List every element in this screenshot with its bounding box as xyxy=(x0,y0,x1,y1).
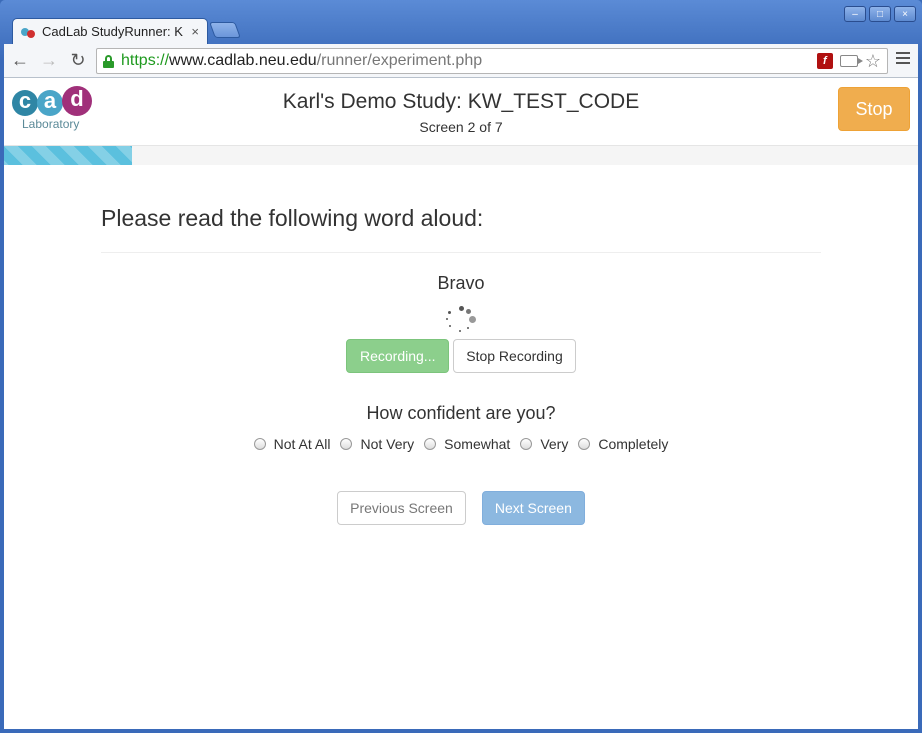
radio-label: Very xyxy=(540,436,569,452)
next-screen-button[interactable]: Next Screen xyxy=(481,491,585,525)
screen-count: Screen 2 of 7 xyxy=(419,119,503,135)
prompt-heading: Please read the following word aloud: xyxy=(101,205,484,231)
url-scheme: https:// xyxy=(121,52,170,69)
favicon-icon xyxy=(21,26,37,38)
confidence-option-somewhat[interactable]: Somewhat xyxy=(424,436,510,452)
window-controls: – □ × xyxy=(844,6,916,22)
radio-label: Not At All xyxy=(273,436,331,452)
bookmark-star-icon[interactable]: ☆ xyxy=(865,52,881,70)
url-host: www.cadlab.neu.edu xyxy=(169,52,317,69)
url-path: /runner/experiment.php xyxy=(316,52,483,69)
study-header: c a d Laboratory Karl's Demo Study: KW_T… xyxy=(4,78,918,146)
progress-bar-fill xyxy=(4,146,132,165)
window-minimize-button[interactable]: – xyxy=(844,6,866,22)
radio-button[interactable] xyxy=(424,438,437,450)
radio-button[interactable] xyxy=(578,438,591,450)
tab-close-icon[interactable]: × xyxy=(191,24,199,39)
flash-plugin-icon[interactable]: f xyxy=(816,53,833,69)
tab-title: CadLab StudyRunner: K xyxy=(42,24,183,39)
study-title: Karl's Demo Study: KW_TEST_CODE xyxy=(282,90,640,113)
screen-navigation: Previous Screen Next Screen xyxy=(101,491,821,525)
page: c a d Laboratory Karl's Demo Study: KW_T… xyxy=(4,78,918,729)
recording-button[interactable]: Recording... xyxy=(346,339,450,373)
divider xyxy=(101,252,821,253)
browser-toolbar: ← → ↻ https://www.cadlab.neu.edu/runner/… xyxy=(4,44,918,78)
confidence-question: How confident are you? xyxy=(366,403,556,423)
recording-controls: Recording... Stop Recording xyxy=(101,339,821,373)
confidence-option-not-very[interactable]: Not Very xyxy=(340,436,414,452)
lock-icon xyxy=(103,54,114,68)
radio-label: Completely xyxy=(598,436,669,452)
confidence-options: Not At All Not Very Somewhat Very Comple… xyxy=(101,436,821,452)
browser-tab[interactable]: CadLab StudyRunner: K × xyxy=(12,18,208,44)
window-maximize-button[interactable]: □ xyxy=(869,6,891,22)
browser-menu-icon[interactable] xyxy=(896,52,910,64)
new-tab-button[interactable] xyxy=(209,22,241,38)
stop-button[interactable]: Stop xyxy=(838,87,910,131)
stop-recording-button[interactable]: Stop Recording xyxy=(453,339,576,373)
address-bar[interactable]: https://www.cadlab.neu.edu/runner/experi… xyxy=(96,48,888,74)
confidence-option-very[interactable]: Very xyxy=(520,436,568,452)
loading-spinner-icon xyxy=(446,305,476,335)
previous-screen-button[interactable]: Previous Screen xyxy=(337,491,466,525)
radio-label: Not Very xyxy=(360,436,415,452)
confidence-option-not-at-all[interactable]: Not At All xyxy=(253,436,331,452)
camera-icon[interactable] xyxy=(839,55,863,67)
radio-button[interactable] xyxy=(340,438,353,450)
radio-button[interactable] xyxy=(520,438,533,450)
radio-label: Somewhat xyxy=(444,436,511,452)
radio-button[interactable] xyxy=(253,438,266,450)
window-close-button[interactable]: × xyxy=(894,6,916,22)
back-button[interactable]: ← xyxy=(7,48,33,74)
main-content: Please read the following word aloud: Br… xyxy=(101,165,821,525)
forward-button[interactable]: → xyxy=(36,48,62,74)
reload-button[interactable]: ↻ xyxy=(65,48,91,74)
browser-window: – □ × CadLab StudyRunner: K × ← → ↻ http… xyxy=(0,0,922,733)
progress-bar xyxy=(4,146,918,165)
confidence-option-completely[interactable]: Completely xyxy=(578,436,668,452)
target-word: Bravo xyxy=(437,273,485,293)
